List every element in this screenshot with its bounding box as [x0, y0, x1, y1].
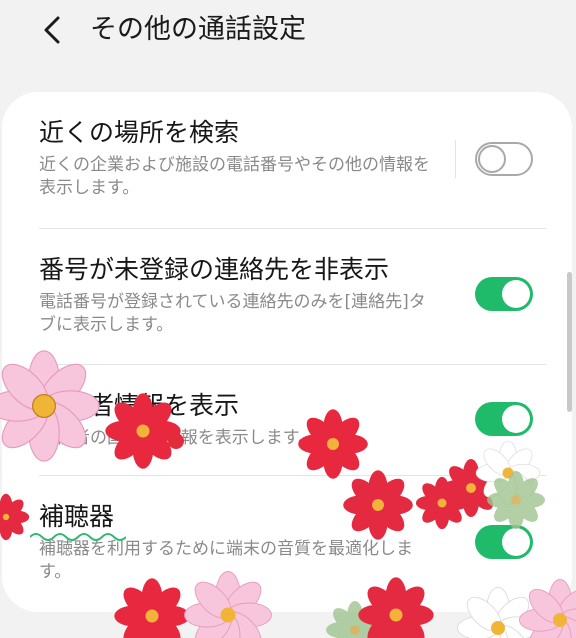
- setting-row-caller-info[interactable]: 発信者情報を表示 発信者の国/地域情報を表示します。: [2, 365, 572, 475]
- scrollbar[interactable]: [567, 272, 572, 412]
- setting-label: 近くの場所を検索: [39, 118, 240, 147]
- back-button[interactable]: [38, 10, 68, 50]
- toggle-knob: [502, 528, 530, 556]
- setting-label: 補聴器: [39, 502, 115, 531]
- page-title: その他の通話設定: [90, 14, 306, 45]
- setting-label: 発信者情報を表示: [39, 391, 240, 420]
- top-app-bar: その他の通話設定: [0, 0, 576, 64]
- spellcheck-underline: [30, 533, 126, 541]
- divider-vertical: [455, 140, 456, 178]
- toggle-caller-info[interactable]: [475, 402, 533, 436]
- setting-label: 番号が未登録の連絡先を非表示: [39, 255, 390, 284]
- setting-row-hearing-aid[interactable]: 補聴器 補聴器を利用するために端末の音質を最適化します。: [2, 476, 572, 612]
- setting-description: 近くの企業および施設の電話番号やその他の情報を表示します。: [39, 155, 430, 198]
- setting-row-nearby-places[interactable]: 近くの場所を検索 近くの企業および施設の電話番号やその他の情報を表示します。: [2, 92, 572, 228]
- chevron-left-icon: [44, 16, 60, 44]
- setting-description: 発信者の国/地域情報を表示します。: [39, 428, 316, 448]
- toggle-knob: [502, 405, 530, 433]
- toggle-hide-unsaved[interactable]: [475, 277, 533, 311]
- setting-description: 電話番号が登録されている連絡先のみを[連絡先]タブに表示します。: [39, 292, 426, 335]
- toggle-hearing-aid[interactable]: [475, 525, 533, 559]
- toggle-knob: [502, 280, 530, 308]
- setting-row-hide-unsaved[interactable]: 番号が未登録の連絡先を非表示 電話番号が登録されている連絡先のみを[連絡先]タブ…: [2, 229, 572, 364]
- setting-description: 補聴器を利用するために端末の音質を最適化します。: [39, 539, 413, 582]
- toggle-nearby-places[interactable]: [475, 142, 533, 176]
- toggle-knob: [478, 145, 506, 173]
